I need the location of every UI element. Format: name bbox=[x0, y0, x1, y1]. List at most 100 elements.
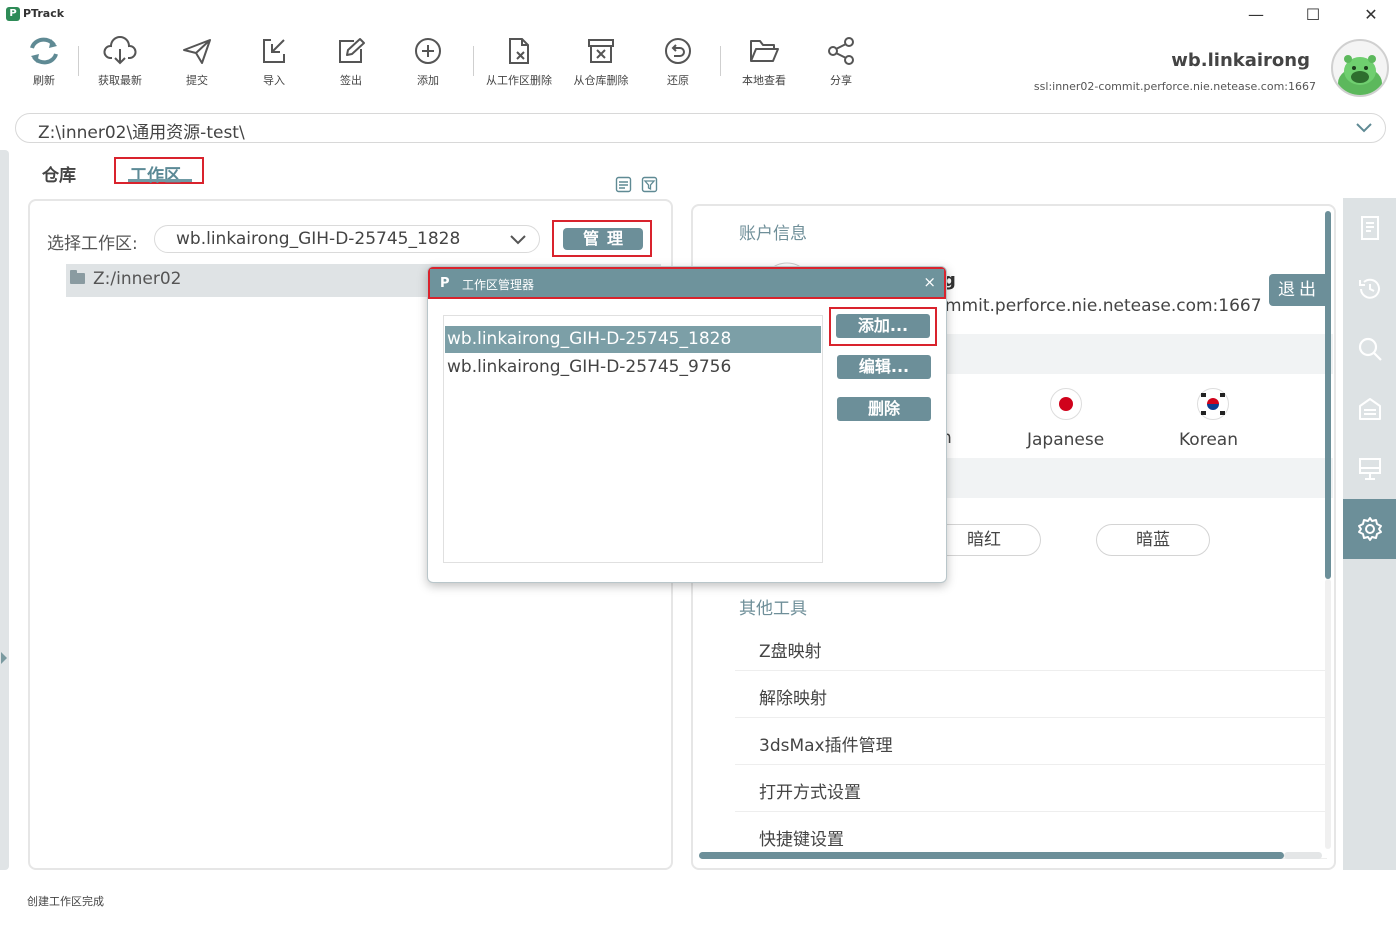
vertical-scrollbar-thumb[interactable] bbox=[1325, 211, 1331, 579]
toolbar-refresh-button[interactable]: 刷新 bbox=[11, 36, 77, 94]
filter-icon[interactable] bbox=[641, 176, 658, 193]
tool-item-label: 快捷键设置 bbox=[759, 830, 844, 850]
toolbar-label: 签出 bbox=[340, 74, 362, 87]
title-bar: P PTrack — ☐ ✕ bbox=[0, 0, 1396, 30]
app-title: PTrack bbox=[23, 7, 65, 20]
tab-workspace[interactable]: 工作区 bbox=[114, 157, 204, 186]
revert-icon bbox=[665, 38, 691, 64]
tool-item-unmap[interactable]: 解除映射 bbox=[735, 671, 1327, 718]
toolbar-import-button[interactable]: 导入 bbox=[241, 36, 307, 94]
tab-repository[interactable]: 仓库 bbox=[42, 161, 76, 186]
right-sidebar bbox=[1343, 198, 1396, 870]
sidebar-item-history[interactable] bbox=[1343, 259, 1396, 319]
dialog-app-icon: P bbox=[440, 276, 450, 291]
sidebar-item-settings[interactable] bbox=[1343, 499, 1396, 559]
workspace-list[interactable]: wb.linkairong_GIH-D-25745_1828 wb.linkai… bbox=[443, 315, 823, 563]
toolbar-revert-button[interactable]: 还原 bbox=[645, 36, 711, 94]
add-workspace-button[interactable]: 添加... bbox=[836, 314, 930, 338]
user-server: ssl:inner02-commit.perforce.nie.netease.… bbox=[1033, 80, 1316, 93]
plus-circle-icon bbox=[415, 38, 441, 64]
vertical-scrollbar-track[interactable] bbox=[1325, 579, 1331, 849]
import-icon bbox=[263, 39, 285, 63]
sidebar-item-document[interactable] bbox=[1343, 198, 1396, 258]
history-icon bbox=[1359, 278, 1380, 299]
toolbar-separator bbox=[720, 46, 721, 76]
sidebar-item-monitor[interactable] bbox=[1343, 439, 1396, 499]
tool-item-z-drive-map[interactable]: Z盘映射 bbox=[735, 624, 1327, 671]
toolbar-remove-from-repo-button[interactable]: 从仓库删除 bbox=[568, 36, 634, 94]
language-option-korean[interactable]: Korean bbox=[1173, 386, 1253, 456]
list-item[interactable]: wb.linkairong_GIH-D-25745_9756 bbox=[445, 354, 821, 381]
dialog-header[interactable]: P 工作区管理器 × bbox=[428, 267, 946, 299]
tool-item-label: 3dsMax插件管理 bbox=[759, 736, 893, 756]
account-server: mmit.perforce.nie.netease.com:1667 bbox=[945, 296, 1262, 316]
avatar-mascot-icon bbox=[1338, 55, 1382, 95]
maximize-button[interactable]: ☐ bbox=[1293, 2, 1333, 28]
checkout-edit-icon bbox=[339, 38, 365, 63]
toolbar-label: 获取最新 bbox=[98, 74, 142, 87]
toolbar-separator bbox=[78, 46, 79, 76]
workspace-select-value: wb.linkairong_GIH-D-25745_1828 bbox=[176, 229, 461, 249]
korea-flag-icon bbox=[1197, 388, 1229, 420]
path-value: Z:\inner02\通用资源-test\ bbox=[38, 123, 245, 143]
horizontal-scrollbar-track[interactable] bbox=[1284, 852, 1322, 859]
toolbar-label: 导入 bbox=[263, 74, 285, 87]
tab-workspace-label: 工作区 bbox=[130, 166, 181, 186]
account-section-title: 账户信息 bbox=[739, 224, 807, 244]
send-icon bbox=[183, 39, 211, 64]
list-view-icon[interactable] bbox=[615, 176, 632, 193]
toolbar-label: 提交 bbox=[186, 74, 208, 87]
dialog-close-icon[interactable]: × bbox=[923, 273, 936, 291]
path-selector[interactable]: Z:\inner02\通用资源-test\ bbox=[15, 113, 1386, 143]
app-logo-icon: P bbox=[6, 7, 20, 21]
other-tools-title: 其他工具 bbox=[739, 599, 807, 619]
tool-item-open-with[interactable]: 打开方式设置 bbox=[735, 765, 1327, 812]
theme-dark-blue-button[interactable]: 暗蓝 bbox=[1096, 524, 1210, 556]
cloud-download-icon bbox=[103, 36, 137, 65]
tree-item-label: Z:/inner02 bbox=[93, 269, 182, 289]
toolbar-submit-button[interactable]: 提交 bbox=[164, 36, 230, 94]
horizontal-scrollbar-thumb[interactable] bbox=[699, 852, 1284, 859]
delete-workspace-button[interactable]: 删除 bbox=[837, 397, 931, 421]
settings-icon bbox=[1358, 517, 1382, 541]
toolbar-add-button[interactable]: 添加 bbox=[395, 36, 461, 94]
language-label: Japanese bbox=[1027, 430, 1105, 450]
toolbar-share-button[interactable]: 分享 bbox=[808, 36, 874, 94]
logout-button[interactable]: 退出 bbox=[1269, 274, 1329, 306]
refresh-icon bbox=[30, 37, 58, 65]
tool-item-label: Z盘映射 bbox=[759, 642, 822, 662]
workspace-select[interactable]: wb.linkairong_GIH-D-25745_1828 bbox=[154, 225, 540, 253]
toolbar-get-latest-button[interactable]: 获取最新 bbox=[87, 36, 153, 94]
workspace-select-label: 选择工作区: bbox=[47, 234, 138, 254]
folder-open-icon bbox=[750, 40, 779, 62]
toolbar-label: 分享 bbox=[830, 74, 852, 87]
sidebar-item-shelve[interactable] bbox=[1343, 379, 1396, 439]
tool-item-3dsmax-plugin[interactable]: 3dsMax插件管理 bbox=[735, 718, 1327, 765]
list-item-label: wb.linkairong_GIH-D-25745_9756 bbox=[447, 357, 732, 377]
expand-arrow-icon[interactable] bbox=[1, 652, 7, 664]
edit-workspace-button[interactable]: 编辑... bbox=[837, 355, 931, 379]
manage-button[interactable]: 管理 bbox=[563, 228, 643, 250]
avatar[interactable] bbox=[1331, 39, 1389, 97]
chevron-down-icon[interactable] bbox=[1355, 120, 1373, 134]
tool-item-label: 解除映射 bbox=[759, 689, 827, 709]
document-icon bbox=[1361, 216, 1379, 240]
left-collapse-strip[interactable] bbox=[0, 150, 9, 870]
toolbar-checkout-button[interactable]: 签出 bbox=[318, 36, 384, 94]
active-tab-indicator bbox=[128, 179, 192, 182]
list-item-label: wb.linkairong_GIH-D-25745_1828 bbox=[447, 329, 732, 349]
language-label: Korean bbox=[1179, 430, 1238, 450]
sidebar-item-search[interactable] bbox=[1343, 319, 1396, 379]
toolbar-local-view-button[interactable]: 本地查看 bbox=[731, 36, 797, 94]
toolbar-label: 添加 bbox=[417, 74, 439, 87]
toolbar-remove-from-workspace-button[interactable]: 从工作区删除 bbox=[486, 36, 552, 94]
toolbar-separator bbox=[473, 46, 474, 76]
manage-highlight: 管理 bbox=[552, 220, 652, 257]
close-window-button[interactable]: ✕ bbox=[1351, 2, 1391, 28]
dialog-title: 工作区管理器 bbox=[462, 278, 535, 292]
chevron-down-icon bbox=[510, 235, 526, 245]
list-item[interactable]: wb.linkairong_GIH-D-25745_1828 bbox=[445, 326, 821, 353]
language-option-japanese[interactable]: Japanese bbox=[1023, 386, 1113, 456]
folder-icon bbox=[70, 270, 85, 284]
minimize-button[interactable]: — bbox=[1236, 2, 1276, 28]
